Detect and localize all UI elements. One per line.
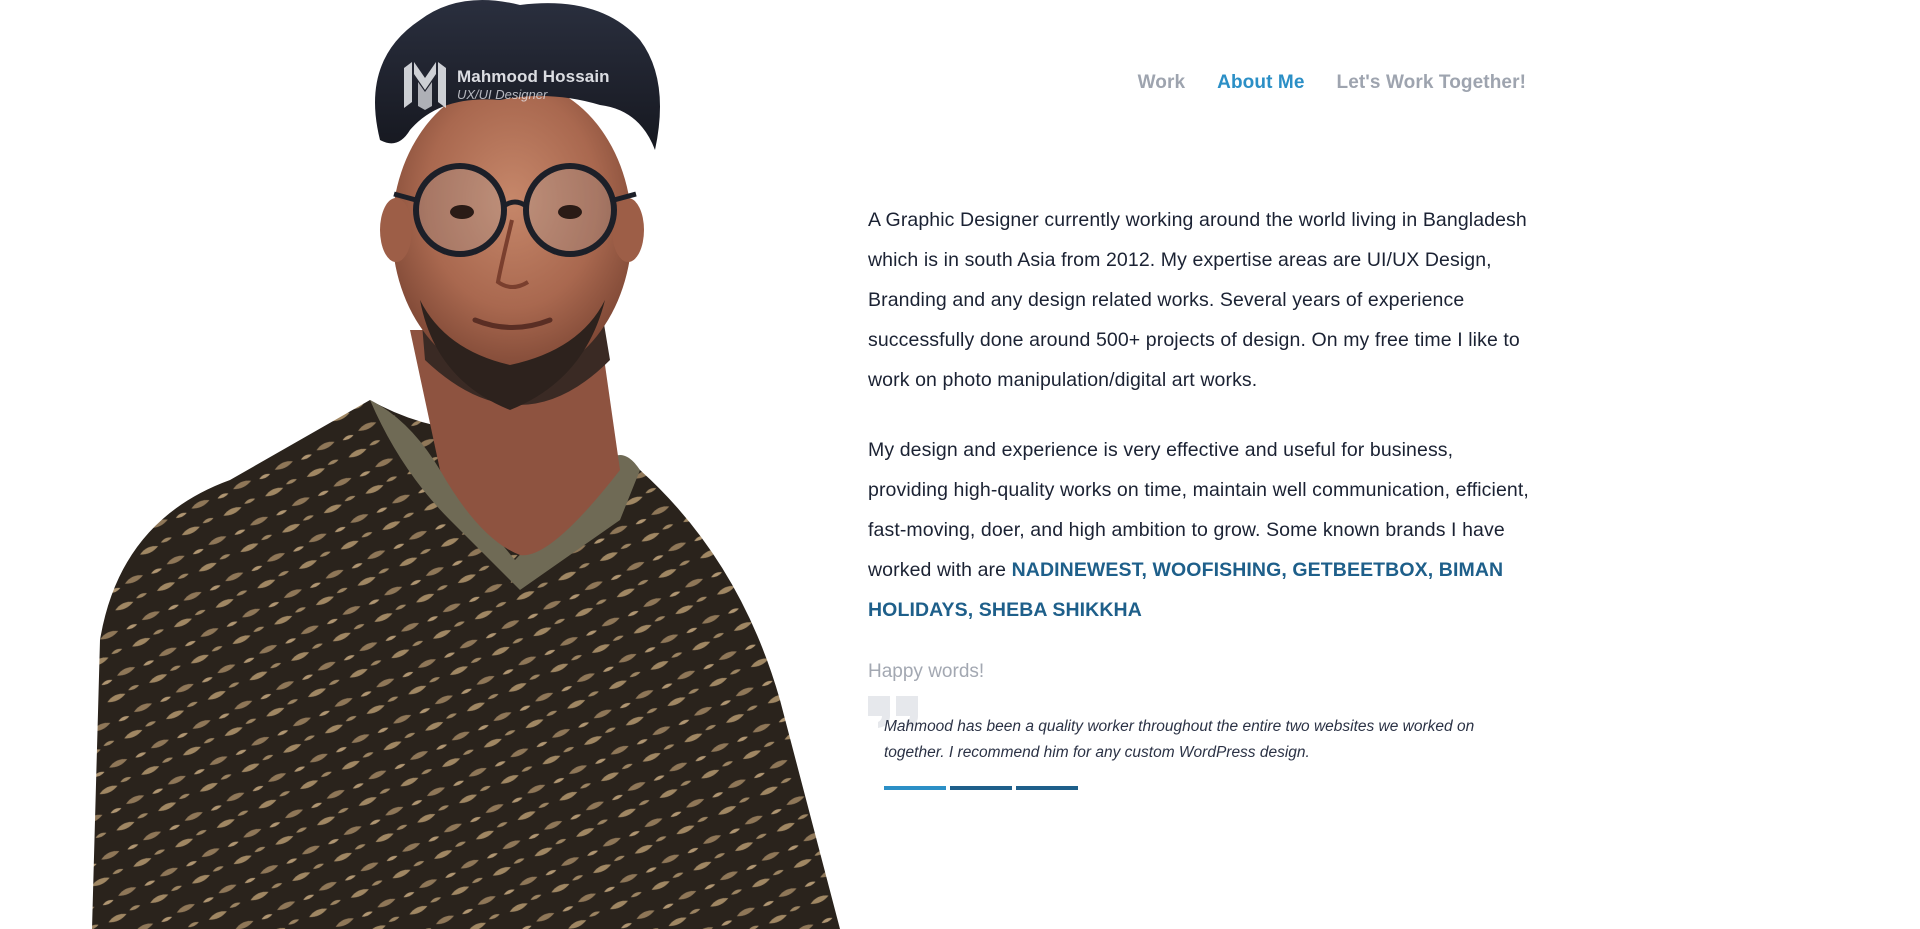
slider-dots [884, 786, 1484, 790]
logo-name: Mahmood Hossain [457, 66, 610, 86]
site-logo[interactable]: Mahmood Hossain UX/UI Designer [402, 58, 610, 110]
nav-lets-work-together[interactable]: Let's Work Together! [1337, 72, 1527, 94]
testimonial-slider: Mahmood has been a quality worker throug… [868, 694, 1484, 790]
about-content: A Graphic Designer currently working aro… [868, 200, 1538, 790]
logo-role: UX/UI Designer [457, 86, 548, 102]
nav-about-me[interactable]: About Me [1217, 72, 1304, 94]
nav-work[interactable]: Work [1138, 72, 1186, 94]
slider-dot-2[interactable] [950, 786, 1012, 790]
about-page: Mahmood Hossain UX/UI Designer Work Abou… [0, 0, 1920, 929]
main-nav: Work About Me Let's Work Together! [1138, 72, 1526, 94]
testimonials-heading: Happy words! [868, 661, 985, 682]
portrait-photo [80, 0, 860, 929]
slider-dot-1[interactable] [884, 786, 946, 790]
testimonial-quote: Mahmood has been a quality worker throug… [884, 718, 1475, 761]
about-paragraph-2: My design and experience is very effecti… [868, 430, 1538, 630]
about-paragraph-1: A Graphic Designer currently working aro… [868, 209, 1527, 391]
slider-dot-3[interactable] [1016, 786, 1078, 790]
logo-monogram-icon [404, 62, 446, 110]
